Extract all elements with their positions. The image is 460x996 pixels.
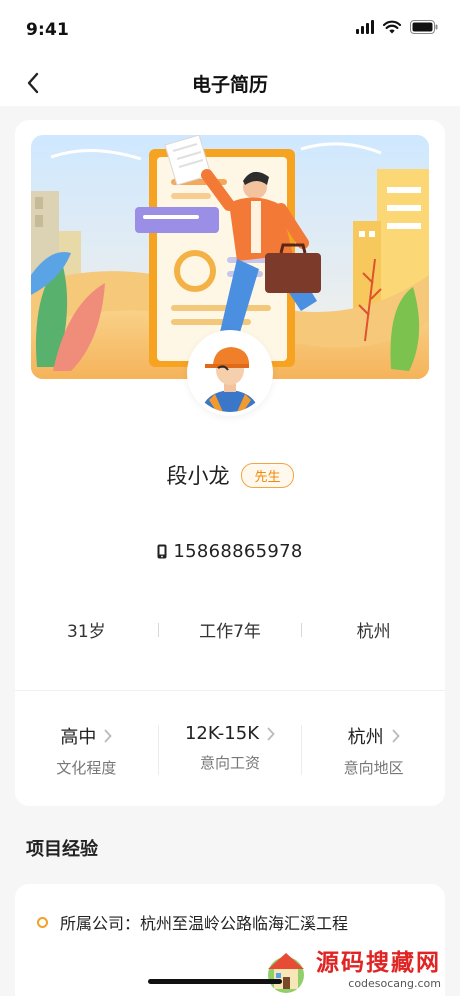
page-title: 电子简历	[191, 74, 268, 96]
name-row: 段小龙 先生	[15, 460, 445, 490]
city: 杭州	[356, 622, 391, 642]
watermark-title: 源码搜藏网	[316, 949, 441, 976]
wifi-icon	[383, 20, 401, 34]
work-experience: 工作7年	[199, 622, 261, 642]
phone-number[interactable]: 15868865978	[173, 541, 302, 562]
chevron-right-icon	[392, 729, 400, 743]
cellular-signal-icon	[356, 20, 374, 34]
chevron-right-icon	[267, 727, 275, 740]
house-logo-icon	[268, 953, 304, 993]
intent-education[interactable]: 高中 文化程度	[15, 723, 158, 778]
mobile-phone-icon	[157, 544, 167, 559]
education-value: 高中	[60, 727, 97, 748]
basic-info-row: 31岁 工作7年 杭州	[15, 617, 445, 642]
status-time: 9:41	[26, 20, 70, 40]
project-company: 所属公司：杭州至温岭公路临海汇溪工程	[60, 914, 349, 933]
intent-region[interactable]: 杭州 意向地区	[302, 723, 445, 778]
watermark: 源码搜藏网 codesocang.com	[262, 944, 460, 996]
candidate-name: 段小龙	[166, 464, 230, 488]
gender-badge: 先生	[241, 462, 294, 488]
battery-icon	[410, 20, 438, 34]
section-title-projects: 项目经验	[26, 839, 98, 860]
avatar[interactable]	[187, 330, 273, 416]
status-bar: 9:41	[0, 0, 460, 60]
nav-bar: 电子简历	[0, 60, 460, 106]
age: 31岁	[67, 622, 106, 642]
status-icons	[356, 20, 438, 34]
bullet-ring-icon	[37, 916, 48, 928]
home-indicator	[148, 979, 282, 984]
phone-row[interactable]: 15868865978	[15, 541, 445, 562]
education-label: 文化程度	[56, 759, 117, 777]
region-label: 意向地区	[343, 759, 404, 777]
intent-row: 高中 文化程度 12K-15K 意向工资 杭州 意向地区	[15, 723, 445, 778]
list-item: 所属公司：杭州至温岭公路临海汇溪工程	[37, 910, 348, 934]
divider	[15, 690, 445, 691]
region-value: 杭州	[347, 727, 384, 748]
intent-salary[interactable]: 12K-15K 意向工资	[159, 723, 302, 773]
salary-label: 意向工资	[200, 754, 261, 772]
watermark-subtitle: codesocang.com	[348, 976, 441, 990]
salary-value: 12K-15K	[184, 723, 260, 744]
chevron-right-icon	[104, 729, 113, 743]
profile-card: 段小龙 先生 15868865978 31岁 工作7年 杭州 高中 文化程度 1…	[15, 120, 445, 806]
